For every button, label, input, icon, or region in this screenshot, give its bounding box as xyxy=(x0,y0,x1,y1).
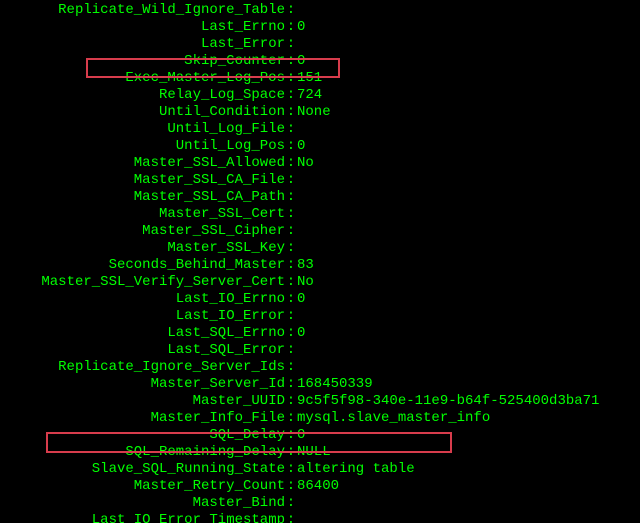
status-value: 0 xyxy=(297,325,305,342)
status-value: No xyxy=(297,274,314,291)
status-row: Last_IO_Errno:0 xyxy=(0,291,640,308)
status-row: Last_Errno:0 xyxy=(0,19,640,36)
status-row: Until_Log_Pos:0 xyxy=(0,138,640,155)
separator: : xyxy=(285,274,297,291)
status-label: Replicate_Ignore_Server_Ids xyxy=(0,359,285,376)
status-label: Last_SQL_Errno xyxy=(0,325,285,342)
status-row: Relay_Log_Space:724 xyxy=(0,87,640,104)
separator: : xyxy=(285,87,297,104)
status-label: Master_SSL_Allowed xyxy=(0,155,285,172)
separator: : xyxy=(285,478,297,495)
separator: : xyxy=(285,257,297,274)
status-value: None xyxy=(297,104,331,121)
status-row: Last_IO_Error_Timestamp: xyxy=(0,512,640,523)
separator: : xyxy=(285,291,297,308)
status-label: Master_SSL_Cipher xyxy=(0,223,285,240)
status-row: Replicate_Wild_Ignore_Table: xyxy=(0,2,640,19)
status-row: Last_SQL_Error: xyxy=(0,342,640,359)
status-row: Seconds_Behind_Master:83 xyxy=(0,257,640,274)
status-value: 724 xyxy=(297,87,322,104)
status-row: Master_SSL_Verify_Server_Cert:No xyxy=(0,274,640,291)
status-row: Master_SSL_Cipher: xyxy=(0,223,640,240)
status-value: 83 xyxy=(297,257,314,274)
status-label: Master_SSL_CA_File xyxy=(0,172,285,189)
status-label: Relay_Log_Space xyxy=(0,87,285,104)
status-value: 168450339 xyxy=(297,376,373,393)
status-value: mysql.slave_master_info xyxy=(297,410,490,427)
status-value: 0 xyxy=(297,291,305,308)
status-value: 86400 xyxy=(297,478,339,495)
status-row: Slave_SQL_Running_State:altering table xyxy=(0,461,640,478)
status-row: Last_SQL_Errno:0 xyxy=(0,325,640,342)
status-value: No xyxy=(297,155,314,172)
status-value: 0 xyxy=(297,19,305,36)
status-label: Last_Error xyxy=(0,36,285,53)
separator: : xyxy=(285,512,297,523)
status-label: Master_Info_File xyxy=(0,410,285,427)
status-row: Master_SSL_Cert: xyxy=(0,206,640,223)
separator: : xyxy=(285,206,297,223)
status-label: Master_Retry_Count xyxy=(0,478,285,495)
status-row: Master_Retry_Count:86400 xyxy=(0,478,640,495)
status-row: Master_Info_File:mysql.slave_master_info xyxy=(0,410,640,427)
status-value: 0 xyxy=(297,138,305,155)
status-label: Last_Errno xyxy=(0,19,285,36)
highlight-exec-master-log-pos xyxy=(86,58,340,78)
status-label: Master_SSL_Cert xyxy=(0,206,285,223)
separator: : xyxy=(285,410,297,427)
status-label: Master_UUID xyxy=(0,393,285,410)
separator: : xyxy=(285,172,297,189)
status-label: Until_Log_Pos xyxy=(0,138,285,155)
status-row: Master_Server_Id:168450339 xyxy=(0,376,640,393)
status-row: Master_SSL_CA_Path: xyxy=(0,189,640,206)
status-row: Replicate_Ignore_Server_Ids: xyxy=(0,359,640,376)
separator: : xyxy=(285,359,297,376)
status-label: Last_IO_Error xyxy=(0,308,285,325)
highlight-slave-sql-running-state xyxy=(46,432,452,453)
status-row: Master_Bind: xyxy=(0,495,640,512)
status-label: Master_Server_Id xyxy=(0,376,285,393)
status-value: altering table xyxy=(297,461,415,478)
separator: : xyxy=(285,223,297,240)
separator: : xyxy=(285,138,297,155)
separator: : xyxy=(285,240,297,257)
separator: : xyxy=(285,155,297,172)
separator: : xyxy=(285,325,297,342)
status-value: 9c5f5f98-340e-11e9-b64f-525400d3ba71 xyxy=(297,393,599,410)
status-label: Until_Condition xyxy=(0,104,285,121)
status-row: Last_Error: xyxy=(0,36,640,53)
status-row: Master_SSL_CA_File: xyxy=(0,172,640,189)
status-label: Until_Log_File xyxy=(0,121,285,138)
separator: : xyxy=(285,121,297,138)
status-row: Last_IO_Error: xyxy=(0,308,640,325)
status-label: Master_SSL_Verify_Server_Cert xyxy=(0,274,285,291)
status-label: Replicate_Wild_Ignore_Table xyxy=(0,2,285,19)
status-label: Last_IO_Error_Timestamp xyxy=(0,512,285,523)
status-row: Until_Log_File: xyxy=(0,121,640,138)
separator: : xyxy=(285,104,297,121)
status-label: Last_IO_Errno xyxy=(0,291,285,308)
status-row: Master_SSL_Key: xyxy=(0,240,640,257)
status-row: Until_Condition:None xyxy=(0,104,640,121)
separator: : xyxy=(285,19,297,36)
status-label: Master_Bind xyxy=(0,495,285,512)
separator: : xyxy=(285,342,297,359)
separator: : xyxy=(285,495,297,512)
separator: : xyxy=(285,189,297,206)
separator: : xyxy=(285,393,297,410)
status-row: Master_UUID:9c5f5f98-340e-11e9-b64f-5254… xyxy=(0,393,640,410)
status-label: Master_SSL_Key xyxy=(0,240,285,257)
status-label: Seconds_Behind_Master xyxy=(0,257,285,274)
status-label: Last_SQL_Error xyxy=(0,342,285,359)
status-label: Slave_SQL_Running_State xyxy=(0,461,285,478)
separator: : xyxy=(285,2,297,19)
separator: : xyxy=(285,36,297,53)
separator: : xyxy=(285,376,297,393)
status-row: Master_SSL_Allowed:No xyxy=(0,155,640,172)
separator: : xyxy=(285,308,297,325)
separator: : xyxy=(285,461,297,478)
status-label: Master_SSL_CA_Path xyxy=(0,189,285,206)
